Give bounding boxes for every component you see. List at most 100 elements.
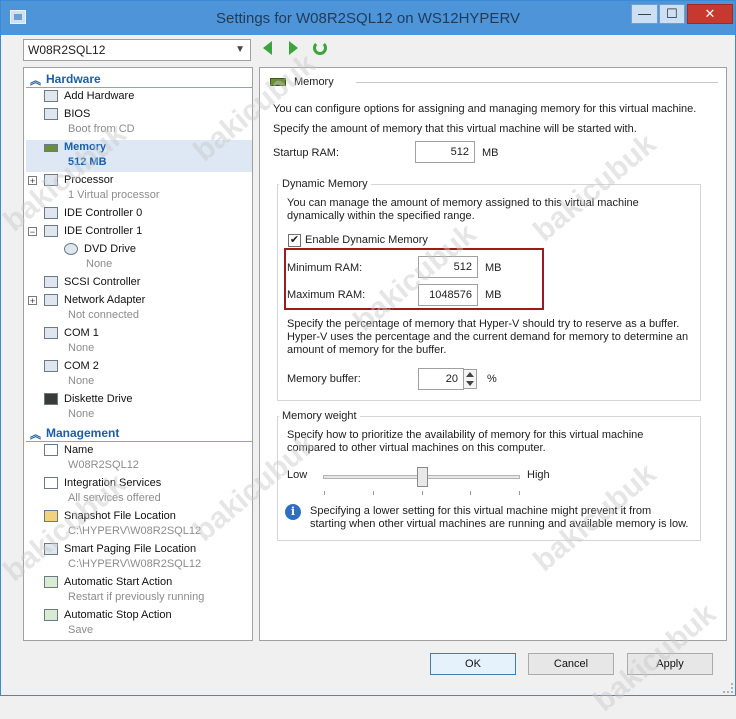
memory-icon — [44, 144, 58, 152]
settings-window: Settings for W08R2SQL12 on WS12HYPERV — … — [0, 0, 736, 718]
add-hardware-icon — [44, 90, 58, 102]
tree-item-bios[interactable]: BIOS — [24, 107, 252, 123]
startup-ram-unit: MB — [482, 147, 499, 159]
tree-item-network-adapter[interactable]: + Network Adapter — [24, 293, 252, 309]
tree-item-smart-paging-file-location[interactable]: Smart Paging File Location — [24, 542, 252, 558]
tree-item-com-1[interactable]: COM 1 — [24, 326, 252, 342]
com-port-icon — [44, 327, 58, 339]
slider-tick — [519, 491, 520, 495]
ok-button[interactable]: OK — [430, 653, 516, 675]
tree-item-smart-paging-file-location-detail: C:\HYPERV\W08R2SQL12 — [68, 558, 202, 570]
slider-tick — [324, 491, 325, 495]
collapse-icon[interactable]: − — [28, 227, 37, 237]
memory-weight-desc-1: Specify how to prioritize the availabili… — [287, 429, 644, 441]
cancel-button[interactable]: Cancel — [528, 653, 614, 675]
startup-ram-label: Startup RAM: — [273, 147, 340, 159]
tree-item-diskette-drive[interactable]: Diskette Drive — [24, 392, 252, 408]
enable-dynamic-memory-label[interactable]: Enable Dynamic Memory — [305, 234, 428, 246]
tree-item-ide-controller-1[interactable]: − IDE Controller 1 — [24, 224, 252, 240]
tree-item-automatic-start-action-detail: Restart if previously running — [68, 591, 205, 603]
memory-icon — [270, 78, 286, 86]
vm-select[interactable]: W08R2SQL12 ▼ — [23, 39, 251, 61]
network-adapter-icon — [44, 294, 58, 306]
minimum-ram-unit: MB — [485, 262, 502, 274]
tree-item-com-2-detail: None — [68, 375, 95, 387]
info-icon: i — [285, 504, 301, 520]
tree-item-automatic-stop-action-detail: Save — [68, 624, 94, 636]
spin-up-icon[interactable] — [466, 372, 474, 377]
title-bar[interactable]: Settings for W08R2SQL12 on WS12HYPERV — … — [1, 1, 735, 35]
tree-item-processor[interactable]: + Processor — [24, 173, 252, 189]
back-arrow-icon[interactable] — [263, 41, 272, 55]
memory-buffer-input[interactable]: 20 — [418, 368, 464, 390]
start-action-icon — [44, 576, 58, 588]
tree-item-automatic-stop-action[interactable]: Automatic Stop Action — [24, 608, 252, 624]
name-icon — [44, 444, 58, 456]
tree-item-name-detail: W08R2SQL12 — [68, 459, 139, 471]
tree-item-dvd-drive[interactable]: DVD Drive — [44, 242, 252, 258]
collapse-chevron-icon: ︽ — [30, 429, 41, 441]
tree-item-scsi-controller[interactable]: SCSI Controller — [24, 275, 252, 291]
integration-services-icon — [44, 477, 58, 489]
tree-item-ide-controller-0[interactable]: IDE Controller 0 — [24, 206, 252, 222]
tree-item-com-2[interactable]: COM 2 — [24, 359, 252, 375]
panel-header: Memory — [270, 76, 718, 88]
dvd-drive-icon — [64, 243, 78, 255]
maximize-button[interactable]: ☐ — [659, 4, 685, 24]
tree-item-add-hardware[interactable]: Add Hardware — [24, 89, 252, 105]
memory-buffer-spinner[interactable] — [463, 369, 477, 389]
tree-item-integration-services-detail: All services offered — [68, 492, 161, 504]
minimum-ram-input[interactable]: 512 — [418, 256, 478, 278]
collapse-chevron-icon: ︽ — [30, 75, 41, 87]
memory-weight-title: Memory weight — [279, 410, 360, 422]
com-port-icon — [44, 360, 58, 372]
tree-item-memory[interactable]: Memory — [24, 140, 252, 156]
tree-item-dvd-drive-detail: None — [86, 258, 113, 270]
hardware-section-header[interactable]: ︽ Hardware — [26, 71, 252, 88]
ide-controller-icon — [44, 225, 58, 237]
tree-item-integration-services[interactable]: Integration Services — [24, 476, 252, 492]
spin-down-icon[interactable] — [466, 381, 474, 386]
memory-buffer-unit: % — [487, 373, 497, 385]
minimize-button[interactable]: — — [631, 4, 658, 24]
header-divider — [356, 82, 718, 83]
diskette-icon — [44, 393, 58, 405]
memory-weight-info-1: Specifying a lower setting for this virt… — [310, 505, 652, 517]
maximum-ram-label: Maximum RAM: — [287, 289, 366, 301]
ide-controller-icon — [44, 207, 58, 219]
management-section-header[interactable]: ︽ Management — [26, 425, 252, 442]
memory-weight-slider-thumb[interactable] — [416, 467, 428, 487]
tree-item-network-adapter-detail: Not connected — [68, 309, 139, 321]
tree-item-bios-detail: Boot from CD — [68, 123, 135, 135]
smart-paging-icon — [44, 543, 58, 555]
tree-item-snapshot-file-location[interactable]: Snapshot File Location — [24, 509, 252, 525]
vm-select-value: W08R2SQL12 — [28, 43, 106, 57]
startup-ram-input[interactable]: 512 — [415, 141, 475, 163]
close-button[interactable]: ✕ — [687, 4, 733, 24]
settings-tree: ︽ Hardware Add Hardware BIOS Boot from C… — [23, 67, 253, 641]
dynamic-memory-desc-1: You can manage the amount of memory assi… — [287, 197, 639, 209]
forward-arrow-icon[interactable] — [289, 41, 298, 55]
refresh-icon[interactable] — [313, 41, 327, 55]
apply-button[interactable]: Apply — [627, 653, 713, 675]
dynamic-memory-title: Dynamic Memory — [279, 178, 371, 190]
maximum-ram-input[interactable]: 1048576 — [418, 284, 478, 306]
panel-title: Memory — [294, 76, 334, 88]
processor-icon — [44, 174, 58, 186]
folder-icon — [44, 510, 58, 522]
stop-action-icon — [44, 609, 58, 621]
enable-dynamic-memory-checkbox[interactable]: ✔ — [288, 234, 301, 247]
tree-item-processor-detail: 1 Virtual processor — [68, 189, 160, 201]
buffer-desc-1: Specify the percentage of memory that Hy… — [287, 318, 680, 330]
resize-grip-icon[interactable] — [723, 683, 733, 693]
expand-icon[interactable]: + — [28, 296, 37, 306]
expand-icon[interactable]: + — [28, 176, 37, 186]
slider-tick — [421, 491, 423, 495]
intro-text-2: Specify the amount of memory that this v… — [273, 123, 637, 135]
tree-item-name[interactable]: Name — [24, 443, 252, 459]
slider-tick — [470, 491, 472, 495]
tree-item-automatic-start-action[interactable]: Automatic Start Action — [24, 575, 252, 591]
tree-item-snapshot-file-location-detail: C:\HYPERV\W08R2SQL12 — [68, 525, 202, 537]
dynamic-memory-desc-2: dynamically within the specified range. — [287, 210, 475, 222]
memory-buffer-label: Memory buffer: — [287, 373, 361, 385]
